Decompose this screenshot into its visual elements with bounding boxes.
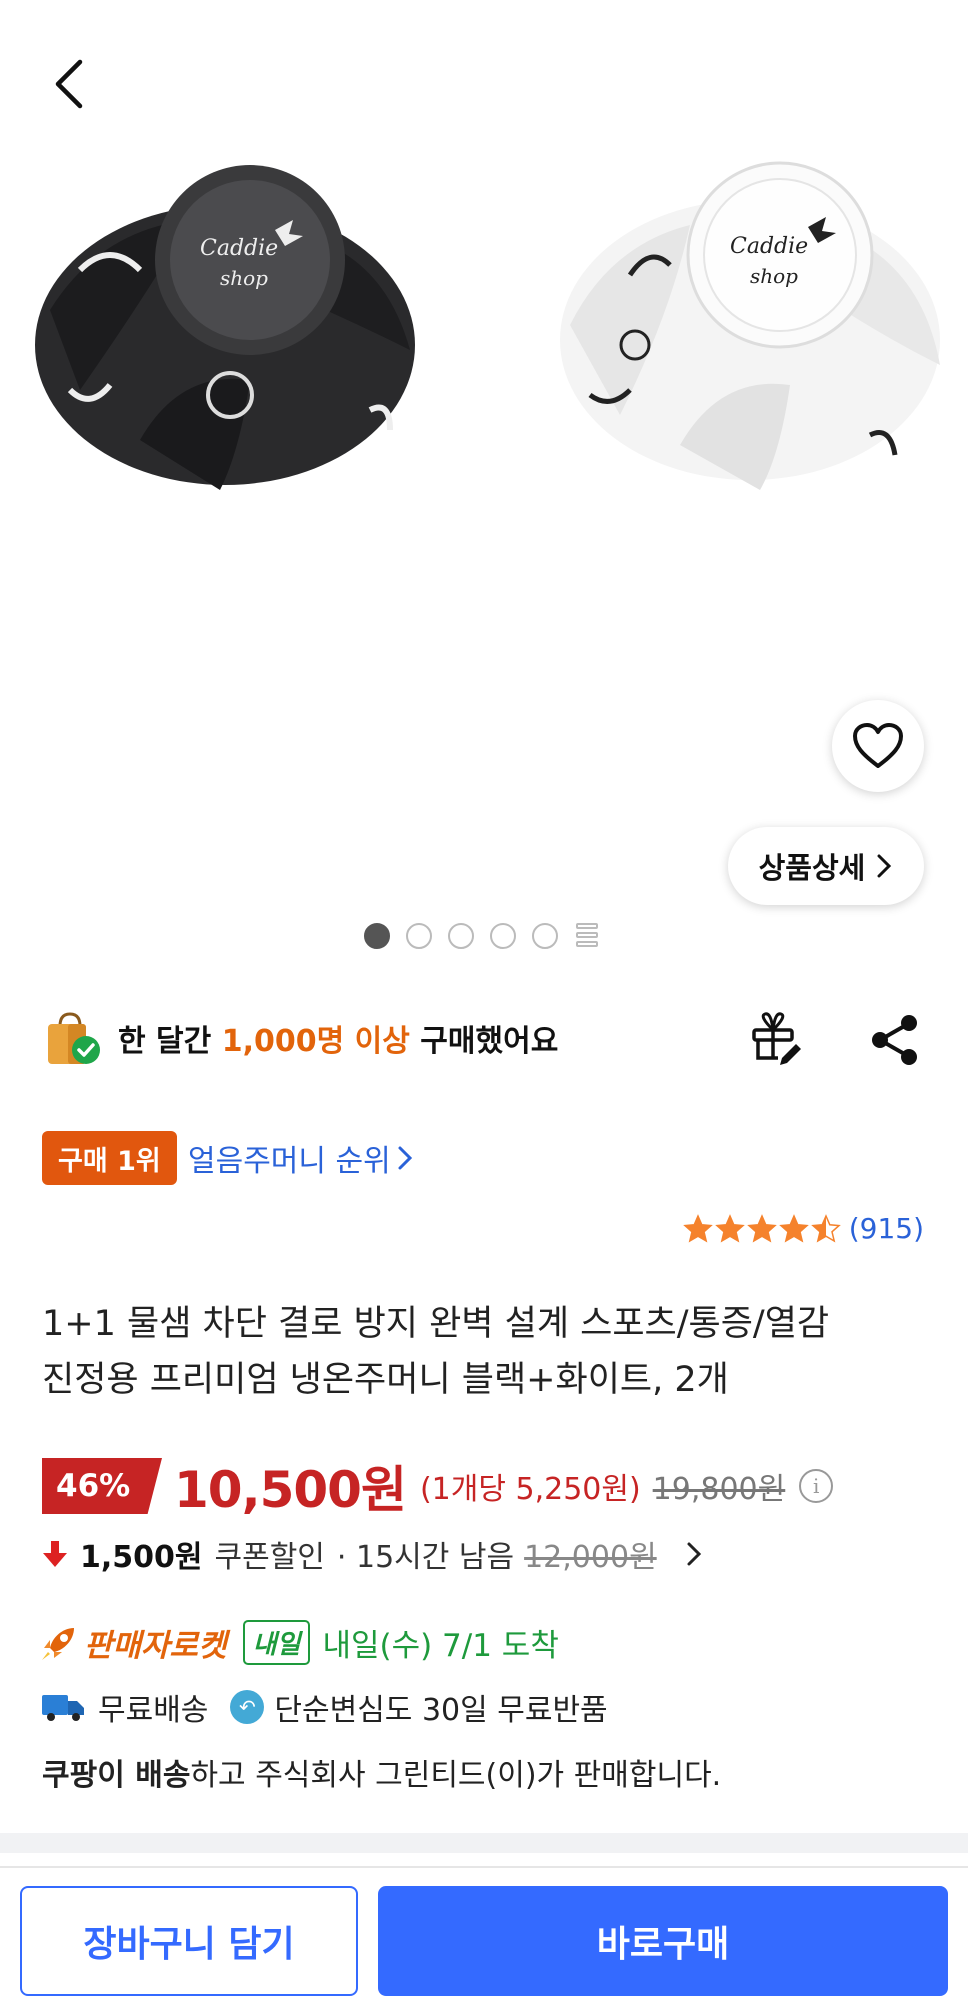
seller-rocket-label: 판매자로켓 (84, 1628, 227, 1664)
discount-badge: 46% (42, 1458, 162, 1514)
seller-delivery-bold: 쿠팡이 배송 (42, 1758, 191, 1793)
gift-icon[interactable] (748, 1010, 804, 1066)
rating-summary[interactable]: (915) (682, 1212, 924, 1245)
category-rank-label: 얼음주머니 순위 (188, 1144, 391, 1179)
svg-text:shop: shop (220, 266, 268, 290)
pagination-dot-3[interactable] (448, 923, 474, 949)
svg-text:Caddie: Caddie (200, 236, 278, 261)
chevron-right-icon (687, 1542, 701, 1566)
product-image-black[interactable]: Caddie shop (20, 150, 440, 530)
wishlist-button[interactable] (832, 700, 924, 792)
rank-badge: 구매 1위 (42, 1131, 177, 1185)
purchase-count-text: 한 달간 1,000명 이상 구매했어요 (118, 1016, 558, 1060)
seller-text: 하고 주식회사 그린티드(이)가 판매합니다. (190, 1758, 722, 1793)
sale-price: 10,500원 (174, 1461, 407, 1519)
truck-icon (42, 1695, 84, 1721)
return-icon: ↶ (230, 1690, 265, 1724)
add-to-cart-button[interactable]: 장바구니 담기 (20, 1886, 358, 1996)
star-icon (778, 1213, 809, 1243)
star-icon (682, 1213, 713, 1243)
pagination-dot-1[interactable] (364, 923, 390, 949)
shipping-info-row: 무료배송 ↶ 단순변심도 30일 무료반품 (40, 1685, 608, 1729)
shopping-bag-check-icon (48, 1012, 100, 1064)
star-icon (714, 1213, 745, 1243)
info-icon[interactable]: i (799, 1469, 834, 1503)
pagination-dot-2[interactable] (406, 923, 432, 949)
buy-now-button[interactable]: 바로구매 (378, 1886, 948, 1996)
section-divider (0, 1833, 968, 1853)
chevron-left-icon (55, 59, 83, 109)
coupon-amount: 1,500원 (80, 1540, 203, 1575)
chevron-right-icon (398, 1146, 412, 1170)
product-detail-button[interactable]: 상품상세 (728, 827, 924, 905)
chevron-right-icon (877, 854, 892, 878)
star-rating (682, 1213, 841, 1244)
product-title-line-2: 진정용 프리미엄 냉온주머니 블랙+화이트, 2개 (42, 1360, 729, 1400)
buyers-prefix: 한 달간 (118, 1024, 222, 1059)
coupon-label: 쿠폰할인 (214, 1540, 325, 1575)
purchase-count-banner: 한 달간 1,000명 이상 구매했어요 (42, 1008, 558, 1068)
heart-icon (853, 723, 903, 768)
star-icon (810, 1213, 841, 1243)
coupon-original-price: 12,000원 (524, 1540, 657, 1575)
coupon-time-left: · 15시간 남음 (336, 1540, 515, 1575)
gallery-pagination (364, 922, 600, 950)
rocket-delivery-row: 판매자로켓 내일 내일(수) 7/1 도착 (40, 1620, 559, 1665)
product-title-line-1: 1+1 물샘 차단 결로 방지 완벽 설계 스포츠/통증/열감 (42, 1304, 830, 1344)
coupon-discount-row[interactable]: 1,500원 쿠폰할인 · 15시간 남음 12,000원 (42, 1532, 707, 1576)
svg-text:shop: shop (750, 264, 798, 288)
buyers-suffix: 구매했어요 (409, 1024, 559, 1059)
pagination-dot-4[interactable] (490, 923, 516, 949)
free-shipping-label: 무료배송 (98, 1693, 209, 1728)
svg-text:Caddie: Caddie (730, 234, 808, 259)
review-count: (915) (848, 1212, 924, 1245)
price-row: 46% 10,500원 (1개당 5,250원) 19,800원 i (42, 1450, 834, 1522)
buyers-highlight: 1,000명 이상 (221, 1024, 410, 1059)
original-price: 19,800원 (652, 1472, 786, 1507)
star-icon (746, 1213, 777, 1243)
tomorrow-badge: 내일 (242, 1620, 311, 1665)
rocket-icon (42, 1627, 74, 1660)
product-detail-label: 상품상세 (758, 851, 866, 885)
gallery-list-icon[interactable] (574, 922, 600, 950)
product-page: Caddie shop Caddie shop 상품상세 한 달간 1,000명… (0, 0, 968, 2001)
unit-price: (1개당 5,250원) (419, 1472, 641, 1507)
product-title: 1+1 물샘 차단 결로 방지 완벽 설계 스포츠/통증/열감 진정용 프리미엄… (42, 1296, 932, 1408)
pagination-dot-5[interactable] (532, 923, 558, 949)
category-rank-link[interactable]: 얼음주머니 순위 (188, 1136, 413, 1180)
bottom-bar-border (0, 1866, 968, 1868)
arrival-date: 내일(수) 7/1 도착 (322, 1628, 559, 1664)
product-image-white[interactable]: Caddie shop (550, 145, 950, 525)
share-icon[interactable] (868, 1012, 922, 1068)
down-arrow-icon (43, 1541, 67, 1567)
seller-info: 쿠팡이 배송하고 주식회사 그린티드(이)가 판매합니다. (42, 1750, 721, 1794)
back-button[interactable] (40, 52, 104, 116)
free-return-label: 단순변심도 30일 무료반품 (274, 1693, 608, 1728)
